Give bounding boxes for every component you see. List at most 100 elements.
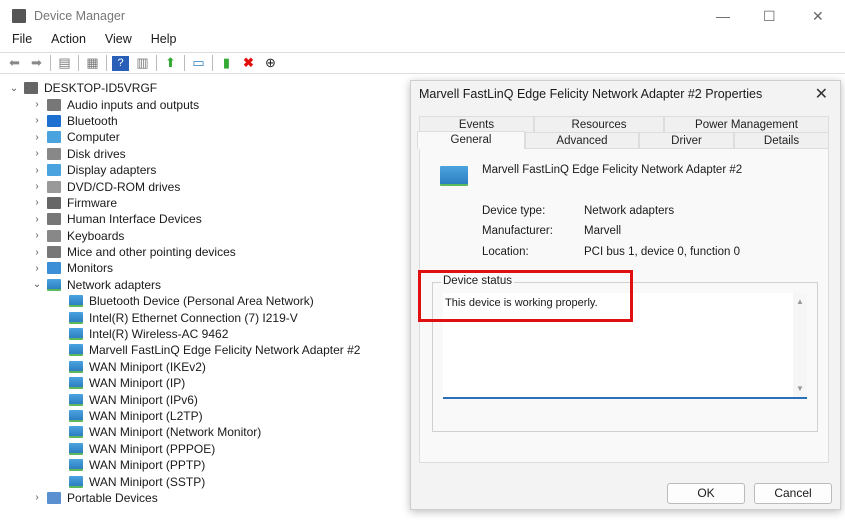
tree-category-disk-drives[interactable]: › Disk drives (0, 146, 410, 162)
tree-category-human-interface-devices[interactable]: › Human Interface Devices (0, 211, 410, 227)
portable-device-icon (47, 491, 61, 504)
chevron-right-icon[interactable]: › (31, 492, 43, 503)
forward-icon[interactable]: ➡ (28, 55, 45, 71)
audio-inputs-and-outputs-icon (47, 98, 61, 111)
scan-hardware-icon[interactable]: ▭ (190, 55, 207, 71)
chevron-right-icon[interactable]: › (31, 165, 43, 176)
chevron-right-icon[interactable]: › (31, 247, 43, 258)
tree-label: DESKTOP-ID5VRGF (44, 81, 158, 96)
network-adapter-icon (69, 475, 83, 488)
menu-bar: File Action View Help (0, 32, 184, 50)
chevron-right-icon[interactable]: › (31, 197, 43, 208)
chevron-right-icon[interactable]: › (31, 99, 43, 110)
show-hide-console-tree-icon[interactable]: ▤ (56, 55, 73, 71)
network-adapter-icon (69, 377, 83, 390)
tree-category-keyboards[interactable]: › Keyboards (0, 228, 410, 244)
tree-category-dvd-cd-rom-drives[interactable]: › DVD/CD-ROM drives (0, 178, 410, 194)
tree-category-audio-inputs-and-outputs[interactable]: › Audio inputs and outputs (0, 96, 410, 112)
close-button[interactable]: ✕ (812, 8, 824, 25)
network-adapter-icon (69, 311, 83, 324)
device-name: Marvell FastLinQ Edge Felicity Network A… (482, 164, 743, 176)
cancel-button[interactable]: Cancel (754, 483, 832, 504)
tree-device-item[interactable]: WAN Miniport (IKEv2) (0, 359, 410, 375)
tree-category-computer[interactable]: › Computer (0, 129, 410, 145)
ok-button[interactable]: OK (667, 483, 745, 504)
tree-device-item[interactable]: WAN Miniport (PPPOE) (0, 441, 410, 457)
tab-power-management[interactable]: Power Management (664, 116, 829, 132)
separator (212, 55, 213, 71)
action-pane-icon[interactable]: ▥ (134, 55, 151, 71)
tree-category-network-adapters[interactable]: ⌄ Network adapters (0, 277, 410, 293)
tree-category-display-adapters[interactable]: › Display adapters (0, 162, 410, 178)
separator (106, 55, 107, 71)
menu-view[interactable]: View (93, 32, 139, 50)
uninstall-icon[interactable]: ✖ (240, 55, 257, 71)
location-value: PCI bus 1, device 0, function 0 (584, 246, 740, 258)
update-driver-icon[interactable]: ⬆ (162, 55, 179, 71)
chevron-right-icon[interactable]: › (31, 263, 43, 274)
tree-device-item[interactable]: Intel(R) Wireless-AC 9462 (0, 326, 410, 342)
properties-icon[interactable]: ▦ (84, 55, 101, 71)
tab-advanced[interactable]: Advanced (525, 132, 639, 148)
tree-device-item[interactable]: WAN Miniport (SSTP) (0, 473, 410, 489)
device-tree: ⌄ DESKTOP-ID5VRGF › Audio inputs and outpu… (0, 80, 410, 506)
chevron-right-icon[interactable]: › (31, 148, 43, 159)
scrollbar[interactable]: ▲ ▼ (793, 293, 807, 397)
network-adapter-icon (69, 328, 83, 341)
tab-general[interactable]: General (417, 131, 525, 149)
menu-file[interactable]: File (0, 32, 39, 50)
tree-device-item[interactable]: Marvell FastLinQ Edge Felicity Network A… (0, 342, 410, 358)
tree-device-item[interactable]: WAN Miniport (PPTP) (0, 457, 410, 473)
chevron-right-icon[interactable]: › (31, 214, 43, 225)
tab-events[interactable]: Events (419, 116, 534, 132)
tree-category-mice-and-other-pointing-devices[interactable]: › Mice and other pointing devices (0, 244, 410, 260)
chevron-down-icon[interactable]: ⌄ (31, 279, 43, 290)
network-adapter-icon (440, 166, 468, 186)
location-label: Location: (482, 246, 529, 258)
tree-device-item[interactable]: WAN Miniport (IP) (0, 375, 410, 391)
chevron-right-icon[interactable]: › (31, 181, 43, 192)
tree-label: Bluetooth (67, 113, 118, 128)
tree-device-item[interactable]: WAN Miniport (Network Monitor) (0, 424, 410, 440)
tree-device-item[interactable]: WAN Miniport (L2TP) (0, 408, 410, 424)
device-type-value: Network adapters (584, 205, 675, 217)
tree-category-portable-devices[interactable]: › Portable Devices (0, 490, 410, 506)
device-manager-icon (12, 9, 26, 23)
tree-category-firmware[interactable]: › Firmware (0, 195, 410, 211)
menu-action[interactable]: Action (39, 32, 93, 50)
tree-category-bluetooth[interactable]: › Bluetooth (0, 113, 410, 129)
minimize-button[interactable]: — (716, 8, 730, 24)
tree-label: WAN Miniport (PPTP) (89, 458, 206, 473)
dialog-close-button[interactable]: ✕ (815, 84, 828, 104)
manufacturer-value: Marvell (584, 225, 622, 237)
computer-icon (47, 131, 61, 144)
tree-device-item[interactable]: Intel(R) Ethernet Connection (7) I219-V (0, 309, 410, 325)
tree-device-item[interactable]: Bluetooth Device (Personal Area Network) (0, 293, 410, 309)
tree-category-monitors[interactable]: › Monitors (0, 260, 410, 276)
menu-help[interactable]: Help (139, 32, 184, 50)
disable-device-icon[interactable]: ⊕ (262, 55, 279, 71)
network-adapter-icon (69, 344, 83, 357)
tab-driver[interactable]: Driver (639, 132, 734, 148)
network-adapter-icon (69, 459, 83, 472)
chevron-down-icon[interactable]: ⌄ (8, 83, 20, 94)
tree-root[interactable]: ⌄ DESKTOP-ID5VRGF (0, 80, 410, 96)
tree-label: Mice and other pointing devices (67, 245, 236, 260)
mice-and-other-pointing-devices-icon (47, 246, 61, 259)
tab-details[interactable]: Details (734, 132, 829, 148)
help-icon[interactable]: ? (112, 55, 129, 71)
dialog-title: Marvell FastLinQ Edge Felicity Network A… (419, 87, 763, 101)
back-icon[interactable]: ⬅ (6, 55, 23, 71)
chevron-right-icon[interactable]: › (31, 132, 43, 143)
tree-device-item[interactable]: WAN Miniport (IPv6) (0, 391, 410, 407)
tree-label: Keyboards (67, 228, 125, 243)
window-title: Device Manager (34, 9, 126, 23)
manufacturer-label: Manufacturer: (482, 225, 553, 237)
add-driver-icon[interactable]: ▮ (218, 55, 235, 71)
chevron-right-icon[interactable]: › (31, 230, 43, 241)
maximize-button[interactable]: ☐ (763, 8, 776, 25)
tree-label: Bluetooth Device (Personal Area Network) (89, 294, 314, 309)
tab-resources[interactable]: Resources (534, 116, 664, 132)
chevron-right-icon[interactable]: › (31, 115, 43, 126)
bluetooth-icon (47, 114, 61, 127)
